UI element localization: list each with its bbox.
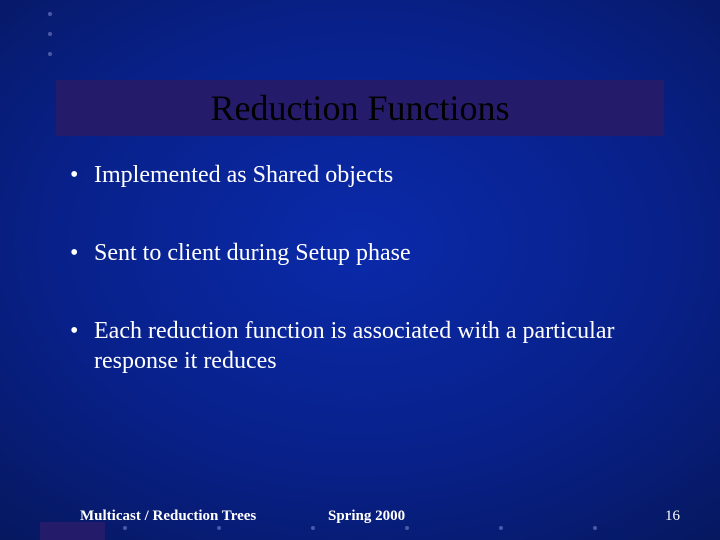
title-bar: Reduction Functions [56,80,664,136]
dot-icon [123,526,127,530]
dot-icon [217,526,221,530]
slide-content: Implemented as Shared objects Sent to cl… [70,160,660,424]
dot-icon [48,12,52,16]
footer-accent-bar [40,522,105,540]
dot-icon [48,32,52,36]
decorative-dots-bottom [0,526,720,530]
footer-left: Multicast / Reduction Trees [80,508,256,525]
dot-icon [311,526,315,530]
dot-icon [405,526,409,530]
decorative-dots-top [48,12,52,56]
dot-icon [48,52,52,56]
dot-icon [499,526,503,530]
footer-center: Spring 2000 [328,508,405,525]
dot-icon [593,526,597,530]
bullet-item: Each reduction function is associated wi… [70,316,660,376]
bullet-item: Sent to client during Setup phase [70,238,660,268]
bullet-item: Implemented as Shared objects [70,160,660,190]
footer-page-number: 16 [665,508,680,525]
slide-title: Reduction Functions [211,87,510,129]
